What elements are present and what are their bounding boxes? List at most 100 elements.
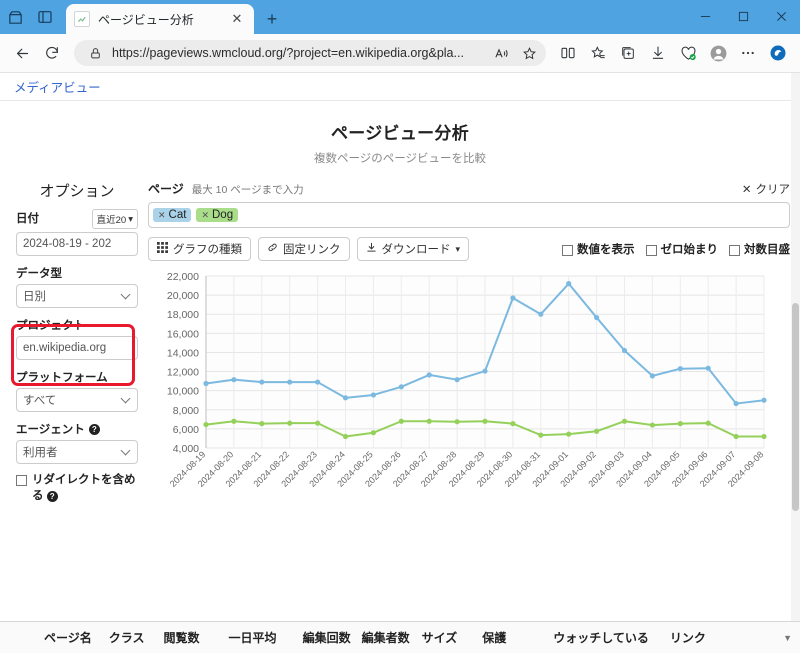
- page-tag-dog[interactable]: ✕ Dog: [196, 208, 239, 222]
- th-protection[interactable]: 保護: [482, 629, 506, 646]
- caret-down-icon: ▾: [128, 213, 133, 225]
- th-edits[interactable]: 編集回数: [303, 629, 351, 646]
- y-axis-tick: 18,000: [167, 309, 199, 321]
- data-type-value: 日別: [23, 291, 46, 303]
- data-point-cat: [482, 368, 488, 374]
- y-axis-tick: 14,000: [167, 347, 199, 359]
- browser-essentials-icon[interactable]: [674, 39, 702, 67]
- log-scale-checkbox-row[interactable]: 対数目盛: [729, 241, 790, 257]
- platform-select[interactable]: すべて: [16, 388, 138, 412]
- clear-label: クリア: [755, 184, 791, 196]
- page-scrollbar[interactable]: [791, 73, 800, 621]
- downloads-icon[interactable]: [644, 39, 672, 67]
- begin-at-zero-checkbox-row[interactable]: ゼロ始まり: [645, 241, 718, 257]
- chart-type-label: グラフの種類: [173, 244, 242, 256]
- pages-label: ページ: [148, 182, 184, 196]
- x-icon[interactable]: ✕: [201, 210, 209, 221]
- show-values-checkbox[interactable]: [562, 244, 573, 256]
- log-scale-checkbox[interactable]: [729, 244, 740, 256]
- download-button[interactable]: ダウンロード ▾: [356, 237, 470, 261]
- back-arrow-icon[interactable]: [8, 39, 36, 67]
- data-point-dog: [370, 430, 376, 436]
- data-point-cat: [566, 281, 572, 287]
- th-class[interactable]: クラス: [109, 629, 145, 646]
- data-type-select[interactable]: 日別: [16, 284, 138, 308]
- split-panel-icon[interactable]: [30, 2, 60, 32]
- page-header: ページビュー分析 複数ページのページビューを比較: [0, 101, 800, 166]
- close-x-icon: ✕: [741, 184, 752, 196]
- tab-actions-icon[interactable]: [0, 2, 30, 32]
- data-point-dog: [315, 420, 321, 426]
- data-point-cat: [510, 295, 516, 301]
- read-aloud-icon[interactable]: [490, 42, 512, 64]
- chart-option-checkboxes: 数値を表示 ゼロ始まり 対数目盛: [562, 241, 790, 257]
- agent-select[interactable]: 利用者: [16, 440, 138, 464]
- data-point-dog: [594, 428, 600, 434]
- data-type-label: データ型: [16, 268, 62, 280]
- data-point-dog: [677, 421, 683, 427]
- chart-favicon-icon: [74, 11, 90, 27]
- data-point-dog: [649, 422, 655, 428]
- th-editors[interactable]: 編集者数: [362, 629, 410, 646]
- browser-tab[interactable]: ページビュー分析 ✕: [66, 4, 254, 34]
- date-range-input[interactable]: 2024-08-19 - 202: [16, 232, 138, 256]
- maximize-button[interactable]: [724, 0, 762, 32]
- data-point-dog: [705, 420, 711, 426]
- y-axis-tick: 22,000: [167, 271, 199, 283]
- redirects-label: リダイレクトを含める ?: [32, 473, 138, 504]
- th-size[interactable]: サイズ: [422, 629, 458, 646]
- chart-type-button[interactable]: グラフの種類: [148, 237, 251, 261]
- x-icon[interactable]: ✕: [158, 210, 166, 221]
- help-icon[interactable]: ?: [88, 423, 100, 435]
- settings-more-icon[interactable]: [734, 39, 762, 67]
- copilot-icon[interactable]: [764, 39, 792, 67]
- tab-title: ページビュー分析: [98, 12, 194, 27]
- browser-toolbar: https://pageviews.wmcloud.org/?project=e…: [0, 34, 800, 72]
- page-columns: オプション 日付 直近20 ▾ 2024-08-19 - 202 データ型 日別…: [0, 166, 800, 542]
- close-window-button[interactable]: [762, 0, 800, 32]
- help-icon[interactable]: ?: [46, 491, 58, 503]
- url-text: https://pageviews.wmcloud.org/?project=e…: [112, 46, 464, 60]
- page-tag-cat-label: Cat: [168, 209, 187, 221]
- th-watchers[interactable]: ウォッチしている: [553, 629, 649, 646]
- date-preset-button[interactable]: 直近20 ▾: [91, 209, 138, 229]
- data-point-cat: [594, 314, 600, 321]
- permalink-button[interactable]: 固定リンク: [258, 237, 350, 261]
- profile-avatar[interactable]: [704, 39, 732, 67]
- grid-icon: [157, 242, 168, 256]
- th-daily-avg[interactable]: 一日平均: [229, 629, 277, 646]
- reload-icon[interactable]: [38, 39, 66, 67]
- data-point-dog: [259, 421, 265, 427]
- data-point-cat: [538, 311, 544, 317]
- page-tag-cat[interactable]: ✕ Cat: [153, 208, 192, 222]
- th-links[interactable]: リンク: [670, 629, 706, 646]
- th-page-name[interactable]: ページ名: [44, 629, 92, 646]
- project-input[interactable]: en.wikipedia.org: [16, 336, 138, 360]
- redirects-checkbox[interactable]: [16, 475, 27, 486]
- data-point-dog: [287, 420, 293, 426]
- minimize-button[interactable]: [686, 0, 724, 32]
- y-axis-tick: 6,000: [173, 424, 199, 436]
- clear-button[interactable]: ✕ クリア: [742, 181, 790, 197]
- th-views[interactable]: 閲覧数: [164, 629, 200, 646]
- star-icon[interactable]: [518, 42, 540, 64]
- pages-header: ページ 最大 10 ページまで入力 ✕ クリア: [148, 180, 790, 197]
- collections-icon[interactable]: [614, 39, 642, 67]
- pages-tag-input[interactable]: ✕ Cat ✕ Dog: [148, 202, 790, 228]
- split-screen-icon[interactable]: [554, 39, 582, 67]
- site-topnav: メディアビュー: [0, 73, 800, 101]
- data-point-dog: [454, 419, 460, 425]
- pageviews-line-chart[interactable]: 4,000 6,000 8,000 10,000 12,000 14,000 16,000 1…: [148, 270, 790, 542]
- address-bar[interactable]: https://pageviews.wmcloud.org/?project=e…: [74, 40, 546, 66]
- project-label: プロジェクト: [16, 320, 85, 332]
- begin-at-zero-checkbox[interactable]: [645, 244, 657, 256]
- favorites-icon[interactable]: [584, 39, 612, 67]
- caret-down-icon[interactable]: ▼: [783, 633, 792, 643]
- data-point-dog: [342, 433, 349, 440]
- scrollbar-thumb[interactable]: [792, 303, 799, 512]
- redirects-checkbox-row[interactable]: リダイレクトを含める ?: [16, 473, 138, 504]
- mediaviews-link[interactable]: メディアビュー: [14, 77, 101, 96]
- new-tab-button[interactable]: +: [258, 5, 286, 33]
- close-icon[interactable]: ✕: [228, 10, 246, 28]
- show-values-checkbox-row[interactable]: 数値を表示: [562, 241, 635, 257]
